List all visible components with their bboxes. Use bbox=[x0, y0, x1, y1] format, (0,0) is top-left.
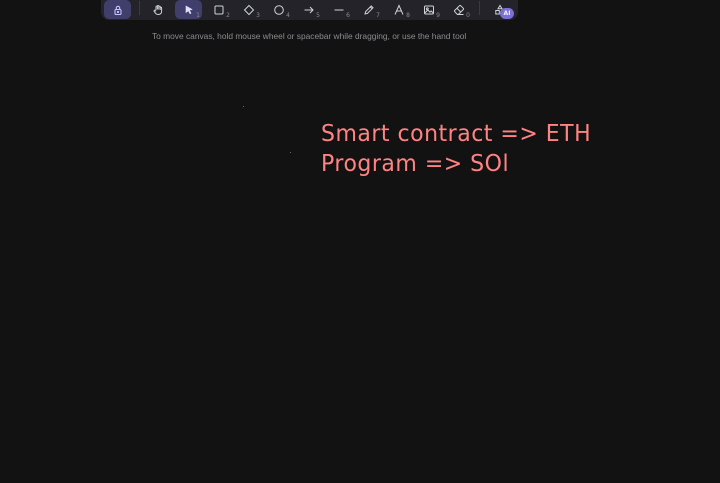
hand-icon bbox=[152, 4, 164, 16]
diamond-tool-button[interactable]: 3 bbox=[235, 0, 262, 19]
canvas-hint-text: To move canvas, hold mouse wheel or spac… bbox=[152, 31, 467, 41]
toolbar-divider bbox=[139, 1, 140, 15]
shortcut-number: 5 bbox=[316, 12, 320, 19]
ellipse-tool-button[interactable]: 4 bbox=[265, 0, 292, 19]
shortcut-number: 7 bbox=[376, 12, 380, 19]
text-icon bbox=[393, 3, 405, 16]
lock-icon bbox=[112, 4, 124, 16]
shortcut-number: 2 bbox=[226, 12, 230, 19]
drawing-canvas[interactable]: 1 2 3 4 5 6 7 8 9 0 AI To move canvas, h… bbox=[0, 0, 720, 483]
shortcut-number: 4 bbox=[286, 12, 290, 19]
cursor-icon bbox=[183, 4, 195, 16]
line-icon bbox=[333, 4, 345, 16]
arrow-right-icon bbox=[303, 4, 315, 16]
text-tool-button[interactable]: 8 bbox=[385, 0, 412, 19]
shortcut-number: 8 bbox=[406, 12, 410, 19]
circle-icon bbox=[273, 4, 285, 16]
image-tool-button[interactable]: 9 bbox=[415, 0, 442, 19]
toolbar: 1 2 3 4 5 6 7 8 9 0 bbox=[101, 0, 518, 20]
shortcut-number: 1 bbox=[196, 12, 200, 19]
shortcut-number: 6 bbox=[346, 12, 350, 19]
draw-tool-button[interactable]: 7 bbox=[355, 0, 382, 19]
square-icon bbox=[213, 4, 225, 16]
selection-tool-button[interactable]: 1 bbox=[175, 0, 202, 19]
lock-tool-button[interactable] bbox=[104, 0, 131, 19]
rectangle-tool-button[interactable]: 2 bbox=[205, 0, 232, 19]
hand-tool-button[interactable] bbox=[144, 0, 171, 19]
line-tool-button[interactable]: 6 bbox=[325, 0, 352, 19]
canvas-text-line[interactable]: Program => SOl bbox=[321, 151, 509, 177]
shortcut-number: 9 bbox=[436, 12, 440, 19]
toolbar-divider bbox=[479, 1, 480, 15]
arrow-tool-button[interactable]: 5 bbox=[295, 0, 322, 19]
canvas-text-line[interactable]: Smart contract => ETH bbox=[321, 121, 591, 147]
shortcut-number: 0 bbox=[466, 12, 470, 19]
diamond-icon bbox=[243, 4, 255, 16]
canvas-dot bbox=[243, 106, 244, 107]
shortcut-number: 3 bbox=[256, 12, 260, 19]
ai-badge[interactable]: AI bbox=[500, 8, 514, 19]
pencil-icon bbox=[363, 4, 375, 16]
image-icon bbox=[423, 4, 435, 16]
eraser-icon bbox=[453, 4, 465, 16]
canvas-dot bbox=[290, 152, 291, 153]
eraser-tool-button[interactable]: 0 bbox=[445, 0, 472, 19]
